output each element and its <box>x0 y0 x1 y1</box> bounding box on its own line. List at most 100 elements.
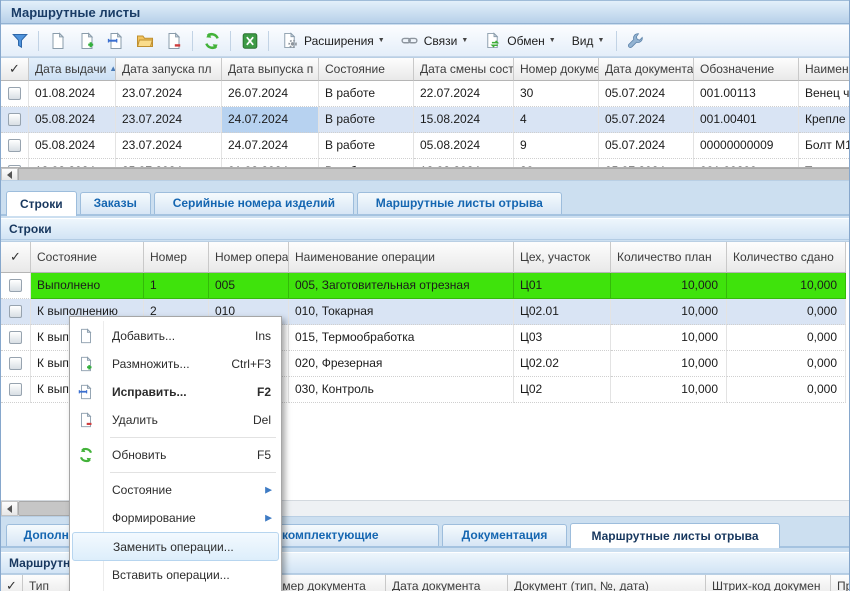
column-header[interactable]: Документ (тип, №, дата) <box>508 575 706 591</box>
column-label: Дата выдачи <box>35 62 106 76</box>
document-plus-icon <box>78 356 94 372</box>
open-button[interactable] <box>131 28 158 53</box>
column-header[interactable]: Дата документа <box>386 575 508 591</box>
scrollbar-thumb[interactable] <box>18 168 850 181</box>
column-header[interactable]: Дата выдачи▲ <box>29 58 116 81</box>
checkbox[interactable] <box>9 383 22 396</box>
grid-cell: В работе <box>319 81 414 107</box>
extensions-menu[interactable]: Расширения▼ <box>273 28 393 53</box>
column-label: Тип <box>29 579 49 591</box>
column-header[interactable]: Наименование операции <box>289 242 514 273</box>
refresh-button[interactable] <box>198 28 225 53</box>
table-row[interactable]: 01.08.202423.07.202426.07.2024В работе22… <box>1 81 850 107</box>
menu-item-refresh[interactable]: ОбновитьF5 <box>72 441 279 469</box>
column-label: Дата выпуска п <box>228 62 313 76</box>
select-all-header[interactable]: ✓ <box>1 58 29 81</box>
edit-button[interactable] <box>102 28 129 53</box>
main-toolbar: Расширения▼Связи▼Обмен▼Вид▼ <box>1 25 849 57</box>
service-button[interactable] <box>622 28 649 53</box>
column-label: Количество план <box>617 250 712 264</box>
menu-separator <box>110 472 276 473</box>
grid-cell: 005, Заготовительная отрезная <box>289 273 514 299</box>
export-excel-button[interactable] <box>236 28 263 53</box>
menu-item-forming[interactable]: Формирование▶ <box>72 504 279 532</box>
menu-item-delete-label: Удалить <box>112 413 158 427</box>
checkbox[interactable] <box>9 331 22 344</box>
menu-item-edit-shortcut: F2 <box>245 385 271 399</box>
select-all-header[interactable]: ✓ <box>1 575 23 591</box>
column-label: Штрих-код докумен <box>712 579 820 591</box>
checkbox[interactable] <box>9 305 22 318</box>
column-header[interactable]: Состояние <box>31 242 144 273</box>
duplicate-button[interactable] <box>73 28 100 53</box>
view-menu[interactable]: Вид▼ <box>564 28 613 53</box>
menu-item-replace-operations[interactable]: Заменить операции... <box>72 532 279 561</box>
menu-item-duplicate[interactable]: Размножить...Ctrl+F3 <box>72 350 279 378</box>
checkbox[interactable] <box>9 279 22 292</box>
grid-cell: 1 <box>144 273 209 299</box>
document-edit-icon <box>78 384 94 400</box>
exchange-menu[interactable]: Обмен▼ <box>476 28 563 53</box>
column-header[interactable]: Обозначение <box>694 58 799 81</box>
table-row[interactable]: 05.08.202423.07.202424.07.2024В работе05… <box>1 133 850 159</box>
scroll-left-button[interactable] <box>1 501 18 516</box>
menu-item-state[interactable]: Состояние▶ <box>72 476 279 504</box>
add-button[interactable] <box>44 28 71 53</box>
menu-item-edit[interactable]: Исправить...F2 <box>72 378 279 406</box>
menu-item-insert-operations[interactable]: Вставить операции... <box>72 561 279 589</box>
new-document-icon <box>78 328 98 344</box>
column-header[interactable]: Номер операц <box>209 242 289 273</box>
column-label: Документ (тип, №, дата) <box>514 579 649 591</box>
column-header[interactable]: Состояние <box>319 58 414 81</box>
row-checkbox-cell <box>1 299 31 325</box>
column-header[interactable]: Количество сдано <box>727 242 846 273</box>
links-menu[interactable]: Связи▼ <box>393 28 477 53</box>
filter-button[interactable] <box>6 28 33 53</box>
toolbar-separator <box>38 31 39 51</box>
menu-item-delete[interactable]: УдалитьDel <box>72 406 279 434</box>
table-row[interactable]: 12.08.202425.07.202401.08.2024В работе12… <box>1 159 850 167</box>
column-header[interactable]: Дата запуска пл <box>116 58 222 81</box>
grid-cell: Венец ч <box>799 81 850 107</box>
column-header[interactable]: Дата документа <box>599 58 694 81</box>
document-plus-icon <box>78 356 98 372</box>
document-minus-icon <box>78 412 94 428</box>
column-header[interactable]: Штрих-код докумен <box>706 575 831 591</box>
tab-serial-numbers[interactable]: Серийные номера изделий <box>154 192 354 214</box>
column-header[interactable]: Цех, участок <box>514 242 611 273</box>
grid-cell: Ц02 <box>514 377 611 403</box>
grid-cell: 12.08.2024 <box>414 159 514 167</box>
menu-item-add-shortcut: Ins <box>243 329 271 343</box>
tab-serial-numbers-label: Серийные номера изделий <box>173 196 335 210</box>
column-header[interactable]: Номер <box>144 242 209 273</box>
document-minus-icon <box>165 32 183 50</box>
column-header[interactable]: Дата смены сост <box>414 58 514 81</box>
tab-detachable-sheets-bottom[interactable]: Маршрутные листы отрыва <box>570 523 780 548</box>
checkbox[interactable] <box>9 357 22 370</box>
tab-documentation[interactable]: Документация <box>442 524 567 546</box>
gear-document-icon <box>281 32 298 49</box>
grid-cell: 23.07.2024 <box>116 107 222 133</box>
tab-lines[interactable]: Строки <box>6 191 77 216</box>
tab-detachable-sheets[interactable]: Маршрутные листы отрыва <box>357 192 562 214</box>
route-sheets-hscrollbar[interactable] <box>1 167 850 181</box>
table-row[interactable]: 05.08.202423.07.202424.07.2024В работе15… <box>1 107 850 133</box>
column-header[interactable]: Наименов <box>799 58 850 81</box>
menu-item-add[interactable]: Добавить...Ins <box>72 322 279 350</box>
checkbox[interactable] <box>8 87 21 100</box>
links-menu-label: Связи <box>424 34 458 48</box>
column-header[interactable]: Номер докуме <box>514 58 599 81</box>
column-header[interactable]: Принадлежн <box>831 575 850 591</box>
grid-cell: 05.07.2024 <box>599 107 694 133</box>
column-header[interactable]: Дата выпуска п <box>222 58 319 81</box>
tab-orders[interactable]: Заказы <box>80 192 151 214</box>
checkbox[interactable] <box>8 113 21 126</box>
delete-button[interactable] <box>160 28 187 53</box>
checkbox[interactable] <box>8 139 21 152</box>
select-all-header[interactable]: ✓ <box>1 242 31 273</box>
view-menu-label: Вид <box>572 34 594 48</box>
column-header[interactable]: Количество план <box>611 242 727 273</box>
scroll-left-button[interactable] <box>1 168 18 181</box>
grid-cell: 005 <box>209 273 289 299</box>
table-row[interactable]: Выполнено1005005, Заготовительная отрезн… <box>1 273 850 299</box>
